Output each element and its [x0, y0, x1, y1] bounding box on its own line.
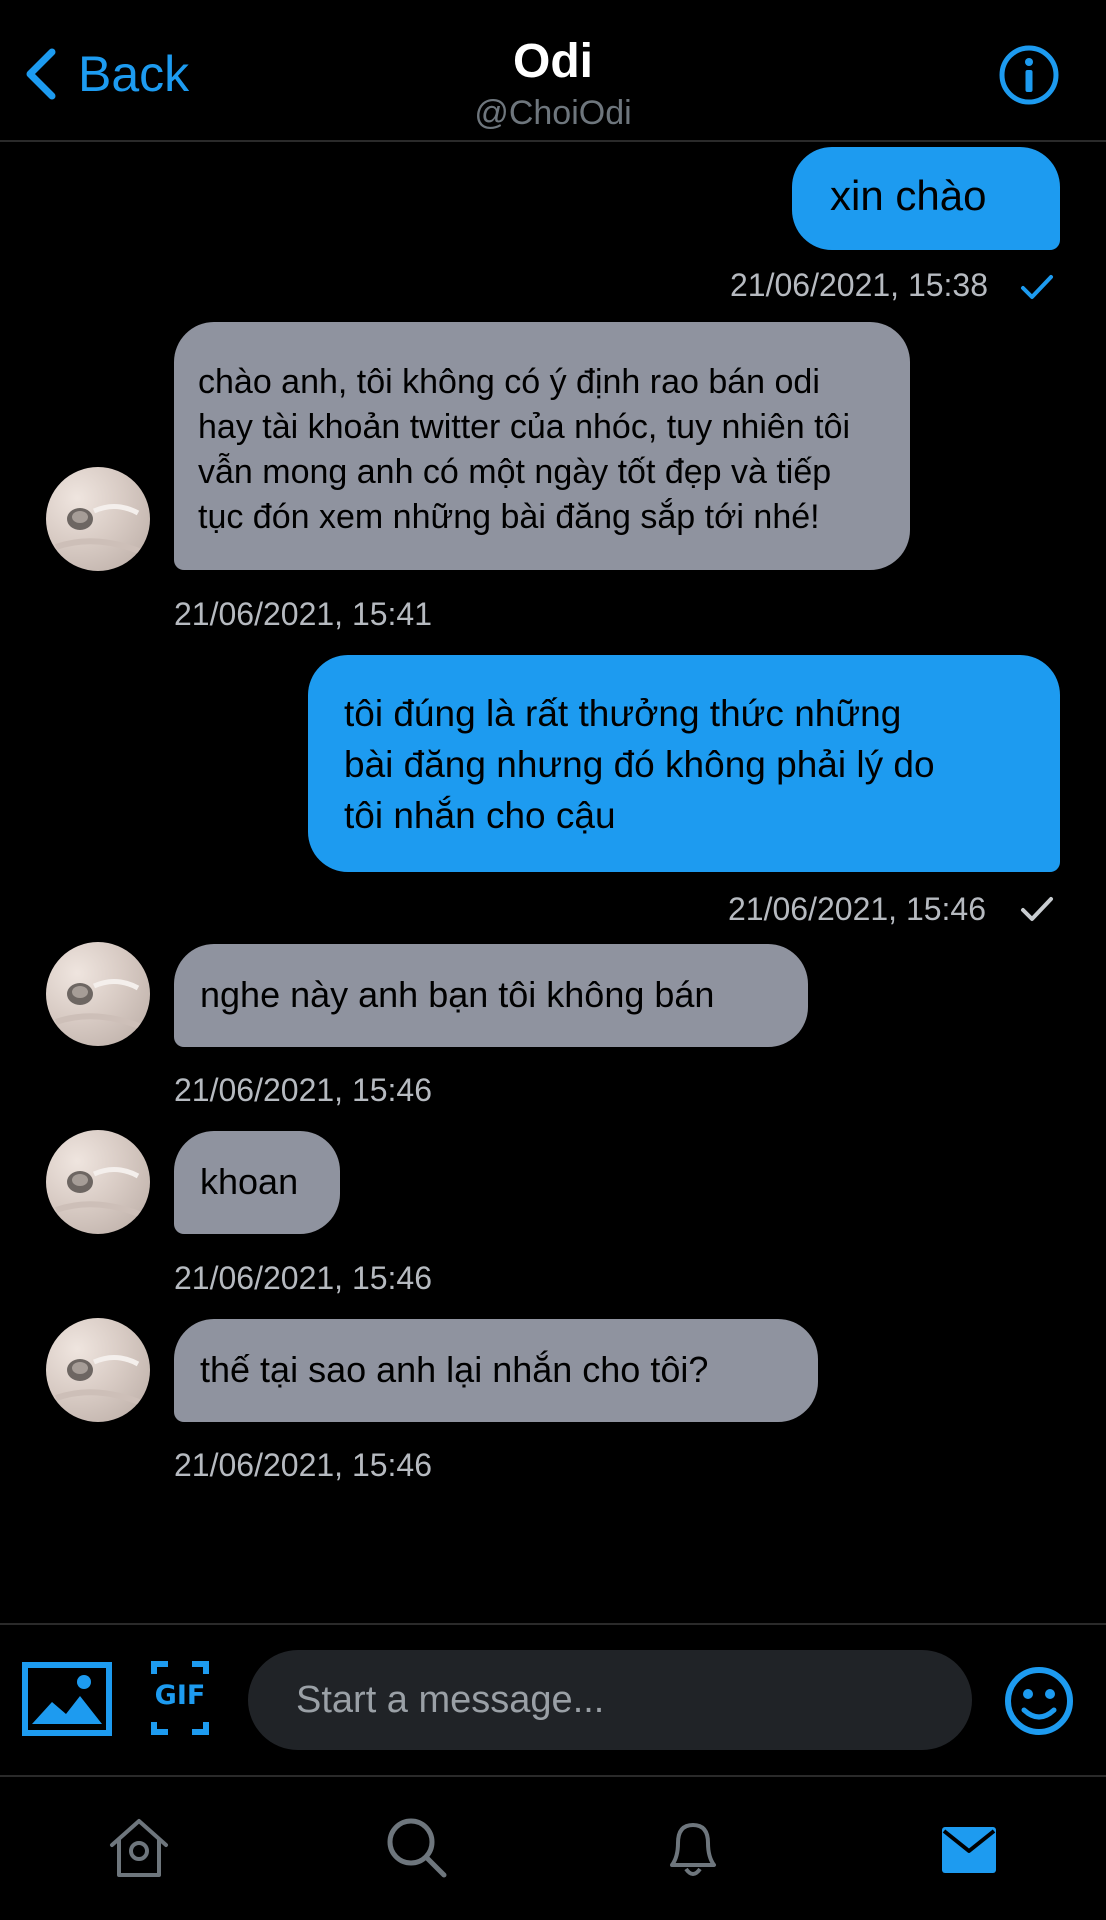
- message-bubble-outgoing[interactable]: tôi đúng là rất thưởng thức những bài đă…: [308, 655, 1060, 872]
- message-line: tôi nhắn cho cậu: [344, 795, 616, 836]
- message-text: thế tại sao anh lại nhắn cho tôi?: [200, 1349, 709, 1390]
- message-timestamp: 21/06/2021, 15:41: [174, 596, 433, 632]
- message-input[interactable]: [248, 1650, 972, 1750]
- message-bubble-incoming[interactable]: chào anh, tôi không có ý định rao bán od…: [174, 322, 910, 570]
- avatar[interactable]: [46, 1130, 150, 1234]
- check-icon: [1021, 275, 1053, 299]
- avatar[interactable]: [46, 942, 150, 1046]
- info-icon[interactable]: [998, 44, 1060, 106]
- conversation-title: Odi: [513, 35, 593, 88]
- message-timestamp: 21/06/2021, 15:38: [730, 267, 989, 303]
- message-timestamp: 21/06/2021, 15:46: [728, 891, 987, 927]
- message-bubble-outgoing[interactable]: xin chào: [792, 147, 1060, 250]
- home-icon[interactable]: [106, 1815, 172, 1881]
- message-line: vẫn mong anh có một ngày tốt đẹp và tiếp: [198, 453, 832, 491]
- message-text: khoan: [200, 1161, 299, 1202]
- message-bubble-incoming[interactable]: khoan: [174, 1131, 340, 1234]
- message-line: hay tài khoản twitter của nhóc, tuy nhiê…: [198, 408, 851, 446]
- avatar[interactable]: [46, 1318, 150, 1422]
- message-timestamp: 21/06/2021, 15:46: [174, 1260, 433, 1296]
- avatar-image: [55, 1167, 146, 1219]
- message-line: tôi đúng là rất thưởng thức những: [344, 693, 902, 734]
- message-line: tục đón xem những bài đăng sắp tới nhé!: [198, 498, 820, 536]
- message-text: nghe này anh bạn tôi không bán: [200, 974, 715, 1015]
- gif-button[interactable]: GIF: [150, 1660, 210, 1736]
- message-timestamp: 21/06/2021, 15:46: [174, 1072, 433, 1108]
- check-icon: [1021, 897, 1053, 921]
- avatar-image: [55, 979, 146, 1031]
- avatar-image: [55, 1355, 146, 1407]
- notifications-icon[interactable]: [660, 1815, 726, 1881]
- message-line: chào anh, tôi không có ý định rao bán od…: [198, 363, 820, 401]
- conversation-handle: @ChoiOdi: [474, 94, 632, 132]
- message-bubble-incoming[interactable]: nghe này anh bạn tôi không bán: [174, 944, 808, 1047]
- message-bubble-incoming[interactable]: thế tại sao anh lại nhắn cho tôi?: [174, 1319, 818, 1422]
- avatar-image: [55, 504, 146, 556]
- image-icon[interactable]: [22, 1662, 112, 1736]
- message-timestamp: 21/06/2021, 15:46: [174, 1447, 433, 1483]
- messages-icon[interactable]: [936, 1815, 1002, 1881]
- gif-label: GIF: [154, 1680, 206, 1711]
- message-line: bài đăng nhưng đó không phải lý do: [344, 744, 935, 785]
- smiley-icon[interactable]: [1004, 1666, 1074, 1736]
- search-icon[interactable]: [384, 1815, 450, 1881]
- message-text: xin chào: [830, 172, 987, 219]
- avatar[interactable]: [46, 467, 150, 571]
